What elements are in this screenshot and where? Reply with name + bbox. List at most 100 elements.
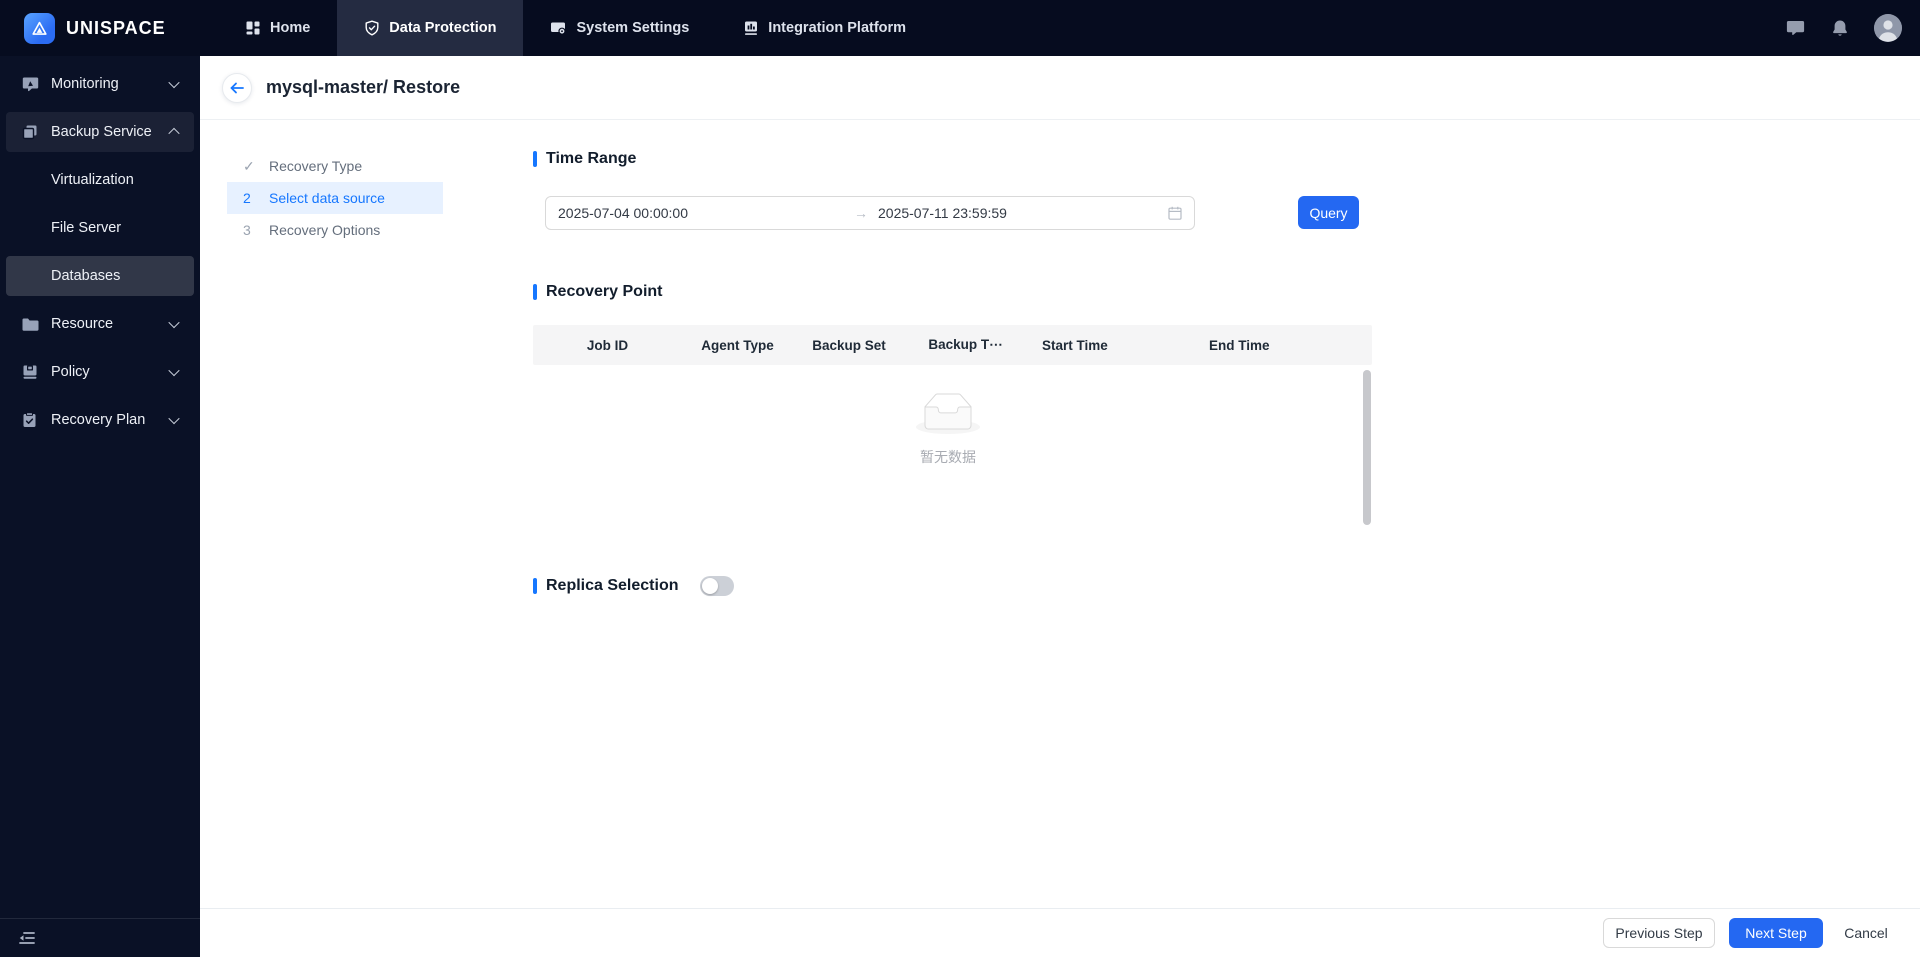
column-header-backup-type: Backup T⋯: [905, 337, 1026, 353]
date-range-picker[interactable]: 2025-07-04 00:00:00 → 2025-07-11 23:59:5…: [545, 196, 1195, 230]
empty-text: 暂无数据: [920, 449, 976, 465]
check-icon: ✓: [243, 157, 255, 174]
tab-data-protection-label: Data Protection: [389, 20, 497, 36]
sidebar-item-databases[interactable]: Databases: [6, 256, 194, 296]
chat-icon[interactable]: [1785, 18, 1806, 38]
section-marker: [533, 151, 537, 167]
bell-icon[interactable]: [1831, 19, 1849, 38]
save-icon: [22, 364, 39, 380]
main-panel: mysql-master/ Restore ✓ Recovery Type 2 …: [200, 56, 1920, 957]
replica-toggle-switch[interactable]: [699, 576, 734, 596]
chevron-down-icon: [168, 364, 180, 377]
table-body: 暂无数据: [533, 365, 1372, 531]
page-header: mysql-master/ Restore: [200, 56, 1920, 120]
sidebar-item-label: Monitoring: [51, 76, 119, 92]
chevron-down-icon: [168, 316, 180, 329]
grid-icon: [245, 20, 261, 36]
step-number: 2: [243, 190, 251, 206]
previous-step-button[interactable]: Previous Step: [1603, 918, 1715, 948]
sidebar-menu: Monitoring Backup Service Virtualization…: [0, 56, 200, 444]
replica-selection-section-title: Replica Selection: [533, 576, 734, 596]
chevron-down-icon: [168, 76, 180, 89]
query-button[interactable]: Query: [1298, 196, 1359, 229]
time-range-section-title: Time Range: [533, 150, 636, 168]
sidebar-item-label: Recovery Plan: [51, 412, 146, 428]
step-label: Select data source: [269, 190, 385, 206]
column-header-agent-type: Agent Type: [682, 338, 793, 353]
sidebar-item-label: Virtualization: [51, 172, 134, 188]
range-end-value[interactable]: 2025-07-11 23:59:59: [876, 205, 1168, 221]
chevron-down-icon: [168, 412, 180, 425]
sidebar-item-backup-service[interactable]: Backup Service: [6, 112, 194, 152]
step-select-data-source[interactable]: 2 Select data source: [227, 182, 443, 214]
sidebar-item-resource[interactable]: Resource: [6, 304, 194, 344]
sidebar-item-monitoring[interactable]: Monitoring: [6, 64, 194, 104]
cancel-button[interactable]: Cancel: [1837, 918, 1895, 948]
tab-data-protection[interactable]: Data Protection: [337, 0, 524, 56]
step-label: Recovery Type: [269, 158, 363, 174]
clipboard-check-icon: [22, 412, 39, 428]
monitor-settings-icon: [550, 20, 567, 36]
tab-home[interactable]: Home: [218, 0, 337, 56]
tab-integration-platform-label: Integration Platform: [768, 20, 907, 36]
empty-state: 暂无数据: [533, 393, 1363, 467]
sidebar-item-label: Databases: [51, 268, 121, 284]
range-start-value[interactable]: 2025-07-04 00:00:00: [546, 205, 846, 221]
tab-home-label: Home: [270, 20, 311, 36]
column-header-job-id: Job ID: [533, 338, 682, 353]
step-label: Recovery Options: [269, 222, 381, 238]
user-avatar[interactable]: [1874, 14, 1902, 42]
sidebar: Monitoring Backup Service Virtualization…: [0, 56, 200, 957]
wizard-steps: ✓ Recovery Type 2 Select data source 3 R…: [227, 150, 443, 246]
screen-cursor-icon: [22, 76, 39, 92]
sidebar-item-label: Policy: [51, 364, 90, 380]
arrow-left-icon: [229, 81, 245, 95]
brand-name: UNISPACE: [66, 17, 166, 38]
step-recovery-type[interactable]: ✓ Recovery Type: [227, 150, 443, 182]
chevron-up-icon: [168, 127, 180, 140]
column-header-start-time: Start Time: [1026, 338, 1193, 353]
step-recovery-options[interactable]: 3 Recovery Options: [227, 214, 443, 246]
column-header-backup-set: Backup Set: [793, 338, 905, 353]
calendar-icon: [1168, 206, 1194, 220]
content: ✓ Recovery Type 2 Select data source 3 R…: [200, 120, 1920, 908]
tab-integration-platform[interactable]: Integration Platform: [716, 0, 933, 56]
sidebar-item-policy[interactable]: Policy: [6, 352, 194, 392]
back-button[interactable]: [222, 72, 252, 103]
section-marker: [533, 284, 537, 300]
wizard-footer: Previous Step Next Step Cancel: [200, 908, 1920, 957]
mountain-logo-icon: [24, 12, 55, 44]
menu-fold-icon[interactable]: [18, 930, 36, 946]
section-marker: [533, 578, 537, 594]
sidebar-item-recovery-plan[interactable]: Recovery Plan: [6, 400, 194, 440]
table-header-row: Job ID Agent Type Backup Set Backup T⋯ S…: [533, 325, 1372, 365]
arrow-right-icon: →: [854, 205, 868, 221]
sidebar-footer: [0, 918, 200, 957]
top-nav-tabs: Home Data Protection System Settings Int…: [218, 0, 933, 56]
next-step-button[interactable]: Next Step: [1729, 918, 1823, 948]
empty-inbox-icon: [916, 393, 980, 439]
section-title-text: Recovery Point: [546, 283, 663, 300]
page-title: mysql-master/ Restore: [266, 77, 461, 97]
sidebar-item-label: File Server: [51, 220, 122, 236]
bar-chart-icon: [743, 20, 759, 36]
brand: UNISPACE: [0, 0, 200, 56]
tab-system-settings[interactable]: System Settings: [523, 0, 716, 56]
column-header-end-time: End Time: [1209, 337, 1270, 353]
sidebar-item-label: Backup Service: [51, 124, 152, 140]
section-title-text: Time Range: [546, 150, 637, 167]
topbar-actions: [1785, 0, 1920, 56]
shield-check-icon: [364, 20, 380, 36]
app-root: UNISPACE Home Data Protection System Set…: [0, 0, 1920, 957]
tab-system-settings-label: System Settings: [576, 20, 690, 36]
section-title-text: Replica Selection: [546, 577, 679, 594]
top-navbar: UNISPACE Home Data Protection System Set…: [0, 0, 1920, 56]
sidebar-item-virtualization[interactable]: Virtualization: [6, 160, 194, 200]
sidebar-item-label: Resource: [51, 316, 114, 332]
recovery-point-section-title: Recovery Point: [533, 283, 662, 301]
folder-icon: [22, 317, 39, 332]
table-scrollbar[interactable]: [1363, 370, 1371, 525]
step-number: 3: [243, 222, 251, 238]
sidebar-item-file-server[interactable]: File Server: [6, 208, 194, 248]
toggle-knob: [701, 578, 718, 594]
